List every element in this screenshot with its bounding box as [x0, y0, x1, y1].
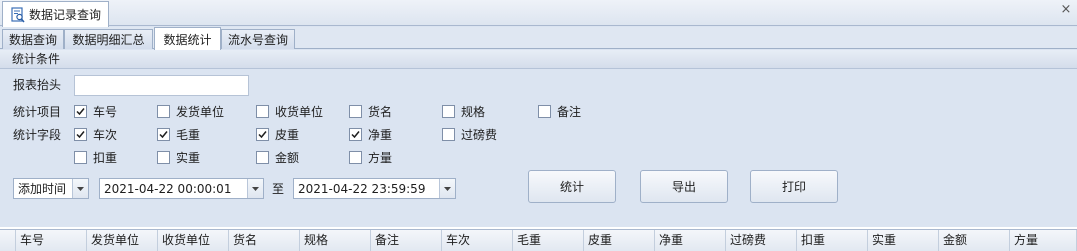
check-icon [159, 131, 168, 139]
button-label: 导出 [671, 180, 696, 194]
checkbox-label: 扣重 [93, 151, 118, 165]
time-separator: 至 [272, 182, 285, 196]
column-header[interactable]: 皮重 [584, 230, 655, 251]
checkbox-label: 车号 [93, 105, 118, 119]
column-header[interactable]: 金额 [939, 230, 1010, 251]
report-header-input[interactable] [74, 75, 249, 96]
checkbox-goods[interactable] [349, 105, 362, 118]
checkbox-receiver[interactable] [256, 105, 269, 118]
stat-fields-label: 统计字段 [13, 128, 62, 142]
tab-label: 数据查询 [8, 33, 57, 47]
column-header[interactable]: 净重 [655, 230, 726, 251]
tab-strip: 数据查询 数据明细汇总 数据统计 流水号查询 [0, 27, 1077, 50]
checkbox-spec[interactable] [442, 105, 455, 118]
start-time-picker[interactable]: 2021-04-22 00:00:01 [99, 178, 264, 199]
checkbox-gross[interactable] [157, 128, 170, 141]
column-header[interactable]: 备注 [371, 230, 442, 251]
check-icon [76, 131, 85, 139]
report-search-icon [11, 6, 25, 22]
tab-statistics[interactable]: 数据统计 [154, 27, 221, 50]
checkbox-label: 备注 [557, 105, 582, 119]
column-header[interactable]: 毛重 [513, 230, 584, 251]
checkbox-tare[interactable] [256, 128, 269, 141]
checkbox-weigh-fee[interactable] [442, 128, 455, 141]
grid-header: 车号 发货单位 收货单位 货名 规格 备注 车次 毛重 皮重 净重 过磅费 扣重… [0, 229, 1077, 251]
column-header[interactable]: 车号 [16, 230, 87, 251]
checkbox-label: 净重 [368, 128, 393, 142]
time-type-select[interactable]: 添加时间 [13, 178, 89, 199]
document-tab-strip: 数据记录查询 × [0, 0, 1077, 27]
column-header[interactable]: 收货单位 [158, 230, 229, 251]
checkbox-net[interactable] [349, 128, 362, 141]
check-icon [76, 108, 85, 116]
checkbox-label: 货名 [368, 105, 393, 119]
tab-label: 流水号查询 [227, 33, 288, 47]
checkbox-label: 方量 [368, 151, 393, 165]
column-header[interactable]: 过磅费 [726, 230, 797, 251]
checkbox-label: 收货单位 [275, 105, 324, 119]
checkbox-amount[interactable] [256, 151, 269, 164]
export-button[interactable]: 导出 [640, 170, 728, 203]
tab-label: 数据统计 [163, 32, 212, 47]
print-button[interactable]: 打印 [750, 170, 838, 203]
checkbox-remark[interactable] [538, 105, 551, 118]
checkbox-shipper[interactable] [157, 105, 170, 118]
chevron-down-icon[interactable] [247, 179, 263, 198]
report-header-label: 报表抬头 [13, 78, 62, 92]
column-header[interactable]: 车次 [442, 230, 513, 251]
tab-data-query[interactable]: 数据查询 [2, 29, 64, 49]
checkbox-label: 毛重 [176, 128, 201, 142]
stat-items-label: 统计项目 [13, 105, 62, 119]
tab-label: 数据明细汇总 [72, 33, 145, 47]
button-label: 打印 [781, 180, 806, 194]
column-header[interactable]: 货名 [229, 230, 300, 251]
checkbox-label: 实重 [176, 151, 201, 165]
chevron-down-icon[interactable] [72, 179, 88, 198]
check-icon [351, 131, 360, 139]
check-icon [258, 131, 267, 139]
grid-row-indicator [0, 230, 16, 251]
checkbox-plate[interactable] [74, 105, 87, 118]
close-icon[interactable]: × [1059, 3, 1073, 17]
checkbox-label: 金额 [275, 151, 300, 165]
column-header[interactable]: 规格 [300, 230, 371, 251]
checkbox-label: 过磅费 [461, 128, 498, 142]
start-time-value: 2021-04-22 00:00:01 [104, 181, 232, 196]
tab-detail-summary[interactable]: 数据明细汇总 [64, 29, 153, 49]
column-header[interactable]: 实重 [868, 230, 939, 251]
checkbox-actual-weight[interactable] [157, 151, 170, 164]
end-time-value: 2021-04-22 23:59:59 [298, 181, 426, 196]
column-header[interactable]: 方量 [1010, 230, 1077, 251]
checkbox-label: 规格 [461, 105, 486, 119]
tab-serial-query[interactable]: 流水号查询 [221, 29, 295, 49]
stat-button[interactable]: 统计 [528, 170, 616, 203]
button-label: 统计 [559, 180, 584, 194]
chevron-down-icon[interactable] [439, 179, 455, 198]
column-header[interactable]: 发货单位 [87, 230, 158, 251]
time-type-value: 添加时间 [18, 182, 67, 196]
end-time-picker[interactable]: 2021-04-22 23:59:59 [293, 178, 456, 199]
checkbox-label: 发货单位 [176, 105, 225, 119]
checkbox-volume[interactable] [349, 151, 362, 164]
checkbox-label: 车次 [93, 128, 118, 142]
checkbox-deduct[interactable] [74, 151, 87, 164]
column-header[interactable]: 扣重 [797, 230, 868, 251]
document-tab[interactable]: 数据记录查询 [2, 1, 109, 27]
checkbox-trips[interactable] [74, 128, 87, 141]
document-tab-title: 数据记录查询 [29, 8, 102, 22]
checkbox-label: 皮重 [275, 128, 300, 142]
group-title: 统计条件 [0, 50, 1077, 69]
